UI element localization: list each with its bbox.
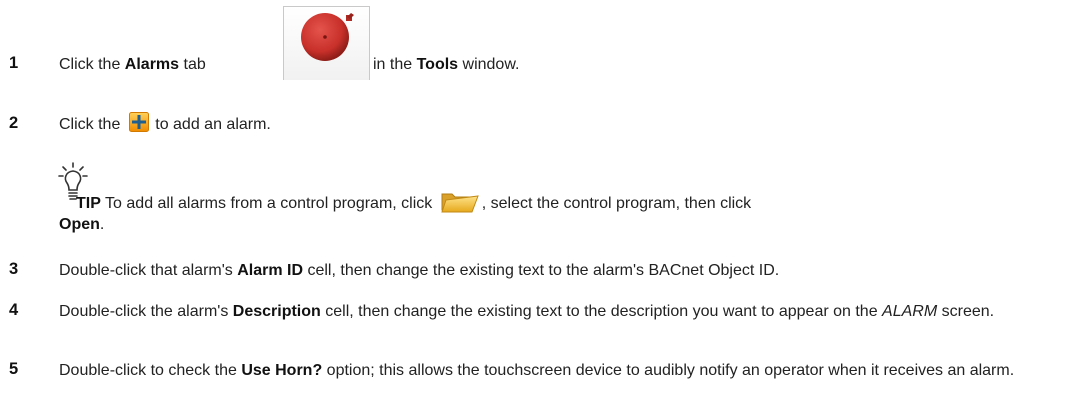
step-number: 5 [9, 360, 19, 378]
step-number: 4 [9, 301, 19, 319]
step-text: Double-click the alarm's Description cel… [59, 303, 995, 320]
step-number: 1 [9, 54, 19, 72]
alarm-bell-icon [301, 13, 354, 61]
step-text: Double-click to check the Use Horn? opti… [59, 362, 1015, 379]
description-label: Description [232, 303, 321, 320]
tools-window-label: Tools [416, 56, 459, 73]
step-number: 2 [9, 114, 19, 132]
step-text: Double-click that alarm's Alarm ID cell,… [59, 262, 780, 279]
open-label: Open [59, 216, 100, 233]
step-text: Click the Alarms tab [59, 56, 206, 73]
tip-label: TIP [76, 195, 101, 212]
step-text: Click the to add an alarm. [59, 112, 271, 138]
tip-line-2: Open. [59, 216, 105, 233]
step-number: 3 [9, 260, 19, 278]
open-folder-icon [441, 193, 479, 213]
alarm-screen-label: ALARM [882, 303, 938, 320]
alarm-id-label: Alarm ID [237, 262, 304, 279]
alarms-tab-icon [283, 6, 370, 80]
tip-line-1: TIP To add all alarms from a control pro… [76, 188, 751, 217]
use-horn-label: Use Horn? [241, 362, 323, 379]
alarms-tab-label: Alarms [124, 56, 180, 73]
plus-icon [128, 112, 149, 132]
